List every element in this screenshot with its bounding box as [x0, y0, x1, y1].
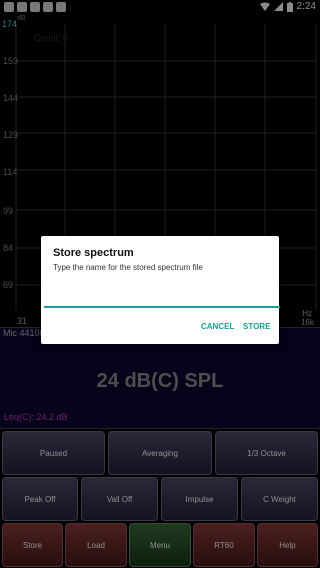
store-confirm-button[interactable]: STORE	[243, 322, 270, 331]
dialog-message: Type the name for the stored spectrum fi…	[53, 263, 203, 272]
store-spectrum-dialog: Store spectrum Type the name for the sto…	[41, 236, 280, 344]
filename-input[interactable]	[44, 288, 280, 308]
cancel-button[interactable]: CANCEL	[201, 322, 234, 331]
dialog-title: Store spectrum	[53, 247, 134, 259]
